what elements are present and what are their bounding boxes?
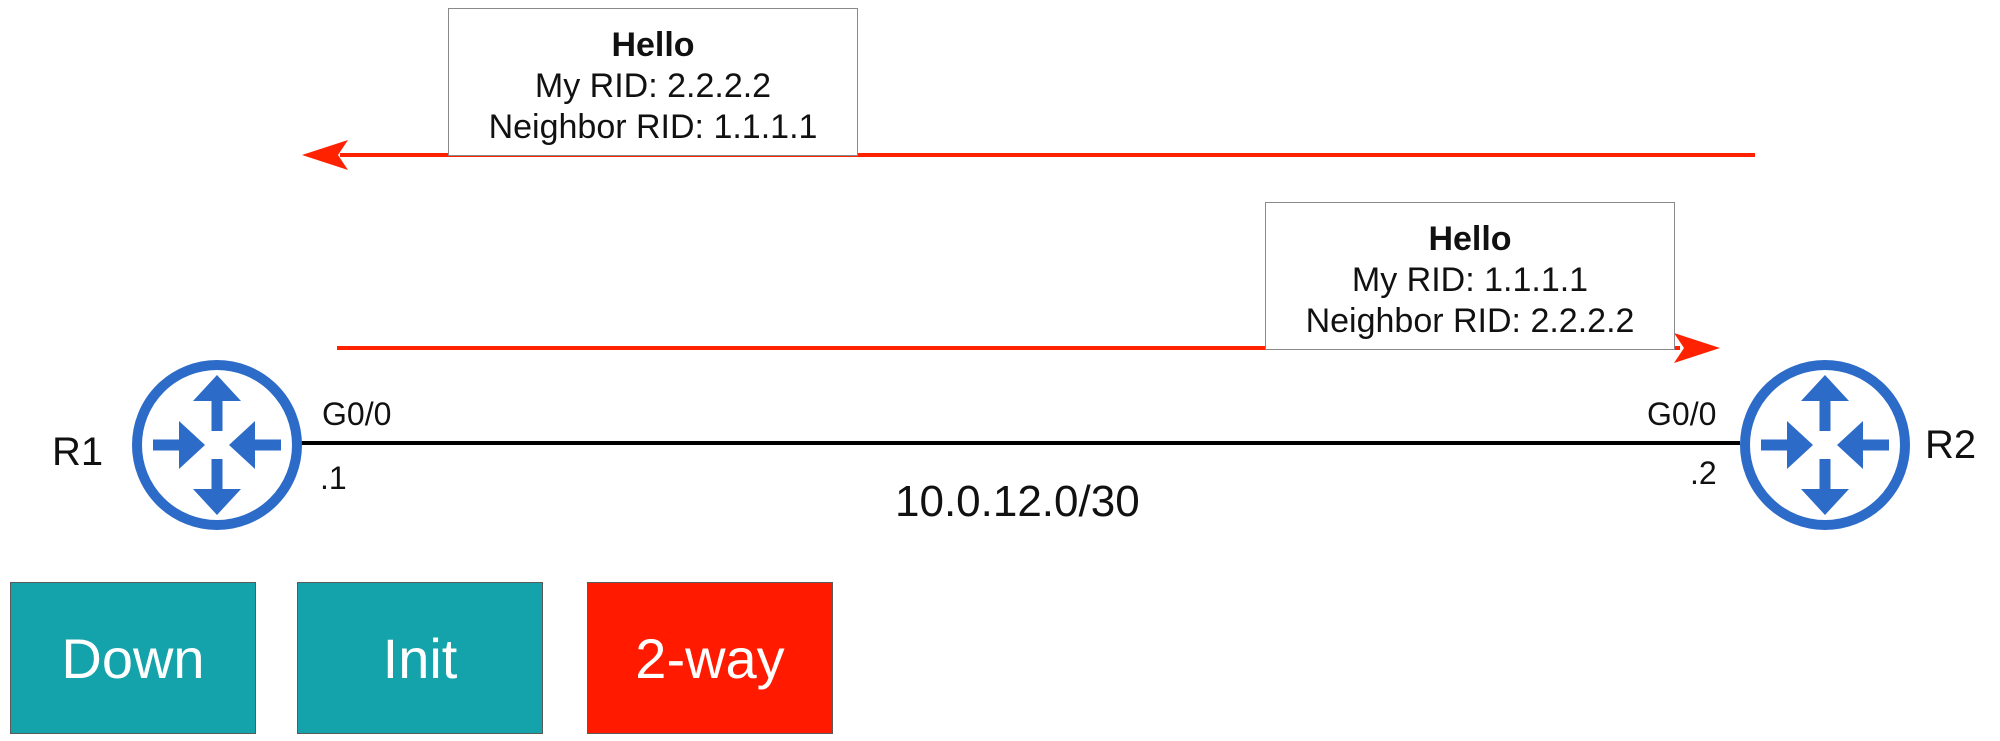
ip-suffix-r2: .2 bbox=[1690, 455, 1717, 491]
subnet-label: 10.0.12.0/30 bbox=[895, 477, 1140, 526]
hello-message-r1: Hello My RID: 1.1.1.1 Neighbor RID: 2.2.… bbox=[1265, 202, 1675, 350]
ip-suffix-r1: .1 bbox=[320, 460, 347, 496]
state-init-box: Init bbox=[297, 582, 543, 734]
neighbor-rid-text: Neighbor RID: 2.2.2.2 bbox=[1305, 302, 1635, 340]
my-rid-text: My RID: 1.1.1.1 bbox=[1351, 261, 1589, 299]
my-rid-text: My RID: 2.2.2.2 bbox=[534, 67, 772, 105]
neighbor-rid-text: Neighbor RID: 1.1.1.1 bbox=[488, 108, 818, 146]
state-2way-box: 2-way bbox=[587, 582, 833, 734]
router-icon[interactable] bbox=[132, 360, 302, 530]
router-label-r2: R2 bbox=[1925, 423, 1977, 467]
hello-message-r2: Hello My RID: 2.2.2.2 Neighbor RID: 1.1.… bbox=[448, 8, 858, 156]
interface-label-r2: G0/0 bbox=[1647, 396, 1717, 432]
interface-label-r1: G0/0 bbox=[322, 396, 392, 432]
hello-title: Hello bbox=[1428, 220, 1512, 258]
hello-title: Hello bbox=[611, 26, 695, 64]
state-down-box: Down bbox=[10, 582, 256, 734]
router-icon[interactable] bbox=[1740, 360, 1910, 530]
router-label-r1: R1 bbox=[52, 430, 104, 474]
